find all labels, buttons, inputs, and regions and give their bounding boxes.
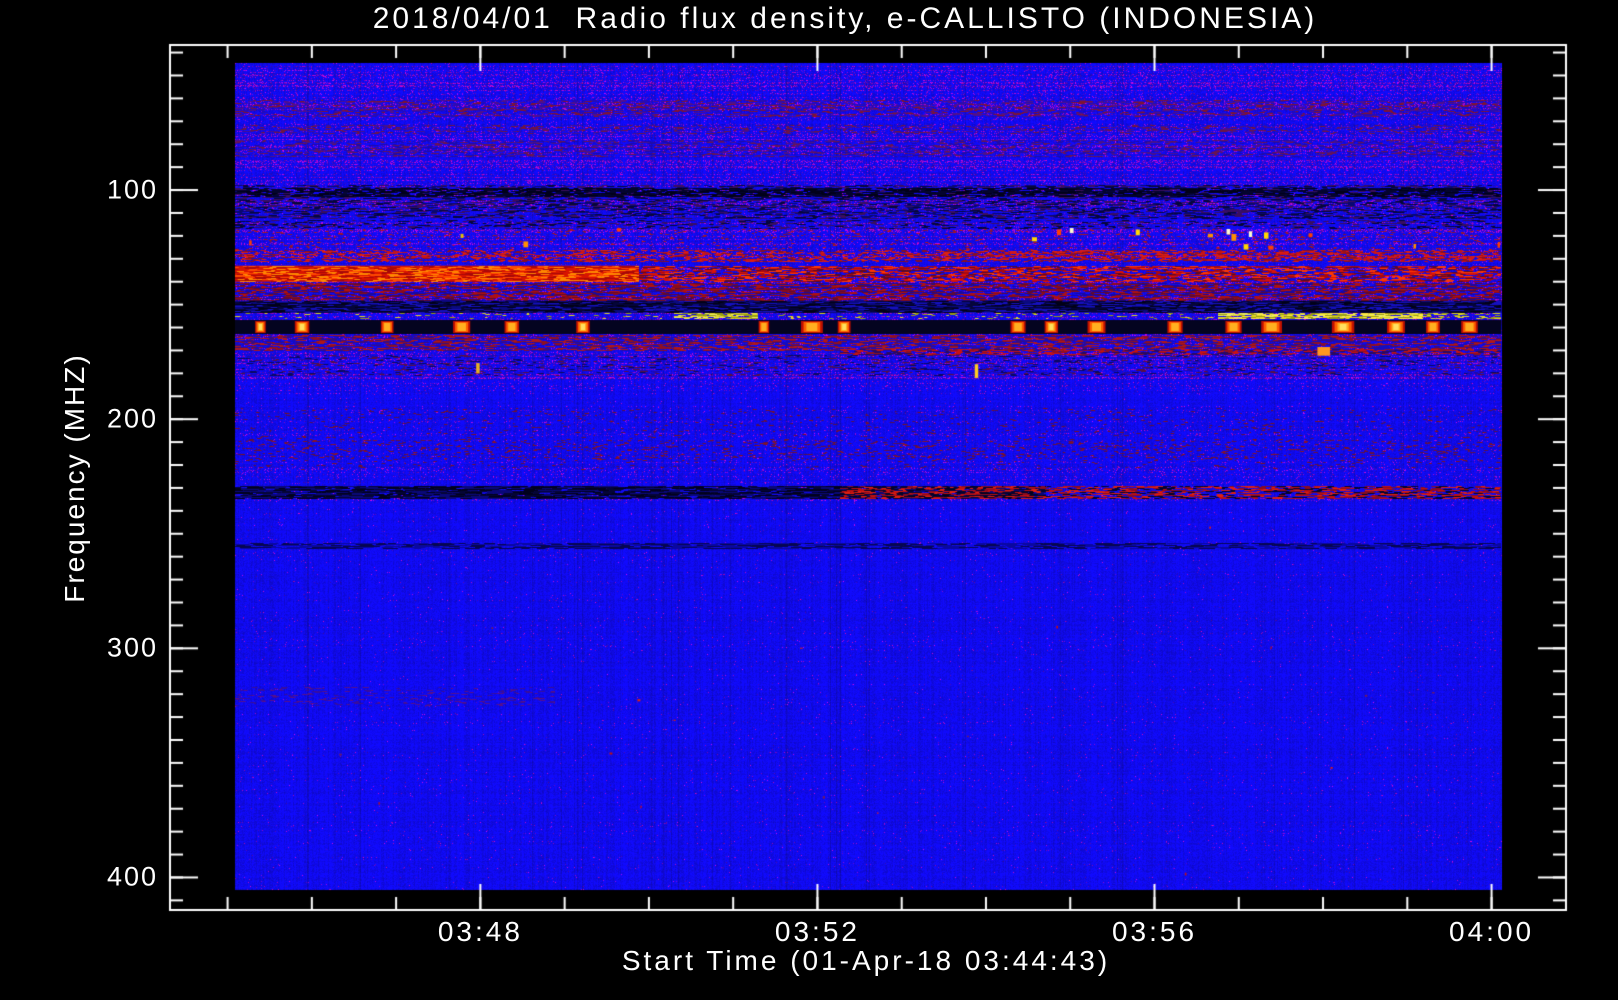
chart-title: 2018/04/01 Radio flux density, e-CALLIST… bbox=[372, 2, 1318, 35]
spectrogram-canvas bbox=[0, 0, 1618, 1000]
x-axis-label: Start Time (01-Apr-18 03:44:43) bbox=[621, 945, 1111, 976]
x-tick-label: 03:52 bbox=[774, 916, 860, 947]
x-tick-label: 04:00 bbox=[1449, 916, 1535, 947]
y-axis-label: Frequency (MHZ) bbox=[59, 353, 90, 603]
y-tick-label: 100 bbox=[106, 174, 158, 205]
x-tick-label: 03:56 bbox=[1111, 916, 1198, 947]
y-tick-label: 400 bbox=[106, 861, 158, 892]
radio-spectrogram-page: { "window": { "background": "#000000", "… bbox=[0, 0, 1618, 1000]
x-tick-label: 03:48 bbox=[437, 916, 523, 947]
y-tick-label: 200 bbox=[106, 403, 158, 434]
y-tick-label: 300 bbox=[106, 632, 158, 663]
